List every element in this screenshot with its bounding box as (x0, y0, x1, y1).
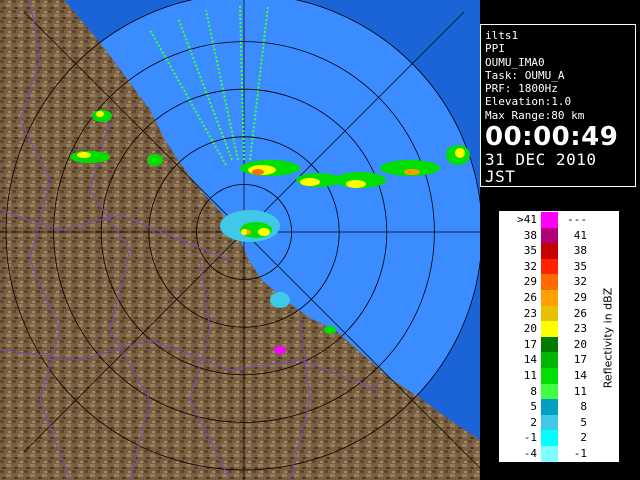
legend-title: Reflectivity in dBZ (598, 211, 618, 464)
legend-row: -4 -1 (499, 446, 599, 462)
legend-high-value: 26 (573, 306, 587, 320)
legend-color-swatch (541, 274, 558, 290)
legend-low-value: 8 (530, 384, 537, 398)
legend-low-value: 29 (523, 275, 537, 289)
legend-title-text: Reflectivity in dBZ (601, 287, 615, 388)
legend-color-swatch (541, 446, 558, 462)
legend-row: 32 35 (499, 258, 599, 275)
legend-high-value: 20 (573, 337, 587, 351)
legend-high-value: --- (567, 213, 587, 226)
legend-high-value: 11 (573, 384, 587, 398)
legend-high-value: 35 (573, 259, 587, 273)
legend-low-value: 32 (523, 259, 537, 273)
legend-low-value: 14 (523, 353, 537, 367)
legend-low-value: -4 (523, 447, 537, 460)
legend-row: 29 32 (499, 274, 599, 290)
legend-row: 20 23 (499, 321, 599, 337)
info-task: Task: OUMU_A (485, 68, 565, 82)
info-radar-id: ilts1 (485, 29, 519, 42)
legend-low-value: >41 (517, 213, 537, 226)
reflectivity-legend: >41 --- 38 41 35 38 32 35 29 32 26 29 23 26 20 23 17 20 14… (498, 210, 620, 463)
legend-color-swatch (541, 305, 558, 322)
info-elevation: Elevation:1.0 (485, 95, 572, 109)
legend-low-value: 2 (530, 415, 537, 429)
legend-high-value: 41 (573, 228, 587, 242)
legend-row: 25 (499, 414, 599, 431)
legend-high-value: 38 (573, 244, 587, 258)
radar-site-marker (241, 229, 247, 235)
legend-high-value: 5 (580, 415, 587, 429)
legend-high-value: 14 (573, 369, 587, 382)
legend-low-value: 5 (530, 400, 537, 414)
legend-low-value: 26 (523, 291, 537, 304)
legend-color-swatch (541, 383, 558, 400)
legend-low-value: -1 (523, 431, 537, 445)
legend-color-swatch (541, 352, 558, 368)
legend-row: 35 38 (499, 243, 599, 259)
legend-row: 8 11 (499, 383, 599, 400)
legend-high-value: 32 (573, 275, 587, 289)
legend-color-swatch (541, 336, 558, 353)
legend-color-swatch (541, 290, 558, 306)
info-scan-type: PPI (485, 42, 505, 56)
legend-row: 23 26 (499, 305, 599, 322)
info-product: OUMU_IMA0 (485, 55, 545, 69)
legend-row: 14 17 (499, 352, 599, 368)
legend-color-swatch (541, 243, 558, 259)
info-max-range: Max Range:80 km (485, 108, 585, 122)
legend-low-value: 11 (523, 369, 537, 382)
scan-time: 00:00:49 (485, 122, 619, 153)
legend-row: >41 --- (499, 212, 599, 228)
legend-low-value: 20 (523, 322, 537, 336)
legend-low-value: 23 (523, 306, 537, 320)
legend-color-swatch (541, 414, 558, 431)
info-panel: ilts1 PPI OUMU_IMA0 Task: OUMU_A PRF: 18… (480, 24, 636, 187)
legend-high-value: 23 (573, 322, 587, 336)
legend-low-value: 35 (523, 244, 537, 258)
legend-row: 26 29 (499, 290, 599, 306)
legend-row: 58 (499, 399, 599, 415)
legend-color-swatch (541, 212, 558, 228)
legend-high-value: 2 (580, 431, 587, 445)
legend-high-value: 8 (580, 400, 587, 414)
legend-color-swatch (541, 258, 558, 275)
echo-near-radar (220, 210, 280, 242)
legend-row: 38 41 (499, 227, 599, 244)
legend-color-swatch (541, 399, 558, 415)
legend-row: -1 2 (499, 430, 599, 446)
scan-date: 31 DEC 2010 JST (485, 150, 597, 187)
legend-high-value: 17 (573, 353, 587, 367)
legend-row: 11 14 (499, 368, 599, 384)
legend-color-swatch (541, 430, 558, 446)
legend-high-value: -1 (573, 447, 587, 460)
legend-row: 17 20 (499, 336, 599, 353)
legend-low-value: 38 (523, 228, 537, 242)
legend-color-swatch (541, 368, 558, 384)
legend-low-value: 17 (523, 337, 537, 351)
legend-color-swatch (541, 321, 558, 337)
legend-color-swatch (541, 227, 558, 244)
legend-high-value: 29 (573, 291, 587, 304)
info-prf: PRF: 1800Hz (485, 82, 558, 96)
radar-ppi-map (0, 0, 480, 480)
